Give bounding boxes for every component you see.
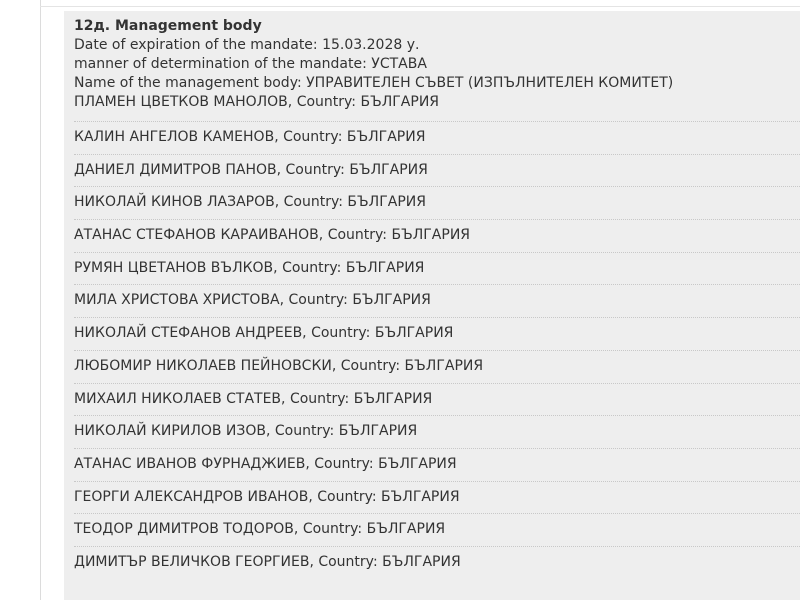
member-entry: АТАНАС ИВАНОВ ФУРНАДЖИЕВ, Country: БЪЛГА… xyxy=(74,455,457,472)
members-list: ПЛАМЕН ЦВЕТКОВ МАНОЛОВ, Country: БЪЛГАРИ… xyxy=(74,93,800,580)
member-entry: РУМЯН ЦВЕТАНОВ ВЪЛКОВ, Country: БЪЛГАРИЯ xyxy=(74,259,425,276)
member-name: НИКОЛАЙ КИРИЛОВ ИЗОВ xyxy=(74,423,266,440)
member-name: АТАНАС СТЕФАНОВ КАРАИВАНОВ xyxy=(74,227,319,244)
body-name-field: Name of the management body: УПРАВИТЕЛЕН… xyxy=(74,74,790,93)
expiration-label: Date of expiration of the mandate: xyxy=(74,37,318,53)
member-entry: НИКОЛАЙ КИРИЛОВ ИЗОВ, Country: БЪЛГАРИЯ xyxy=(74,423,418,440)
country-value: БЪЛГАРИЯ xyxy=(404,357,484,374)
country-label: Country: xyxy=(317,488,377,505)
member-entry: ПЛАМЕН ЦВЕТКОВ МАНОЛОВ, Country: БЪЛГАРИ… xyxy=(74,94,440,110)
member-entry: ТЕОДОР ДИМИТРОВ ТОДОРОВ, Country: БЪЛГАР… xyxy=(74,521,446,538)
member-entry: ГЕОРГИ АЛЕКСАНДРОВ ИВАНОВ, Country: БЪЛГ… xyxy=(74,488,460,505)
section-header: 12д. Management body Date of expiration … xyxy=(74,16,790,93)
list-item: НИКОЛАЙ КИНОВ ЛАЗАРОВ, Country: БЪЛГАРИЯ xyxy=(74,187,800,221)
country-label: Country: xyxy=(327,227,388,244)
member-entry: МИХАИЛ НИКОЛАЕВ СТАТЕВ, Country: БЪЛГАРИ… xyxy=(74,390,433,407)
member-entry: НИКОЛАЙ СТЕФАНОВ АНДРЕЕВ, Country: БЪЛГА… xyxy=(74,325,454,342)
member-entry: ДАНИЕЛ ДИМИТРОВ ПАНОВ, Country: БЪЛГАРИЯ xyxy=(74,161,428,178)
manner-label: manner of determination of the mandate: xyxy=(74,56,367,72)
country-label: Country: xyxy=(285,161,345,178)
list-item: АТАНАС СТЕФАНОВ КАРАИВАНОВ, Country: БЪЛ… xyxy=(74,220,800,253)
expiration-value: 15.03.2028 у. xyxy=(322,37,420,53)
country-label: Country: xyxy=(296,94,357,110)
country-value: БЪЛГАРИЯ xyxy=(391,227,471,244)
member-name: МИХАИЛ НИКОЛАЕВ СТАТЕВ xyxy=(74,390,282,407)
member-name: АТАНАС ИВАНОВ ФУРНАДЖИЕВ xyxy=(74,455,306,472)
list-item: ГЕОРГИ АЛЕКСАНДРОВ ИВАНОВ, Country: БЪЛГ… xyxy=(74,482,800,515)
country-label: Country: xyxy=(340,357,401,374)
member-name: ТЕОДОР ДИМИТРОВ ТОДОРОВ xyxy=(74,521,294,538)
country-value: БЪЛГАРИЯ xyxy=(374,325,454,342)
list-item: ДАНИЕЛ ДИМИТРОВ ПАНОВ, Country: БЪЛГАРИЯ xyxy=(74,155,800,188)
country-label: Country: xyxy=(314,455,374,472)
member-entry: ДИМИТЪР ВЕЛИЧКОВ ГЕОРГИЕВ, Country: БЪЛГ… xyxy=(74,553,461,570)
country-value: БЪЛГАРИЯ xyxy=(353,390,433,407)
manner-field: manner of determination of the mandate: … xyxy=(74,55,790,74)
member-name: МИЛА ХРИСТОВА ХРИСТОВА xyxy=(74,292,280,309)
country-value: БЪЛГАРИЯ xyxy=(349,161,428,178)
list-item: НИКОЛАЙ КИРИЛОВ ИЗОВ, Country: БЪЛГАРИЯ xyxy=(74,416,800,449)
country-value: БЪЛГАРИЯ xyxy=(338,423,418,440)
management-body-panel: 12д. Management body Date of expiration … xyxy=(64,11,800,600)
list-item: ПЛАМЕН ЦВЕТКОВ МАНОЛОВ, Country: БЪЛГАРИ… xyxy=(74,93,800,122)
member-entry: АТАНАС СТЕФАНОВ КАРАИВАНОВ, Country: БЪЛ… xyxy=(74,227,471,244)
country-label: Country: xyxy=(311,325,371,342)
country-value: БЪЛГАРИЯ xyxy=(381,488,460,505)
member-name: НИКОЛАЙ СТЕФАНОВ АНДРЕЕВ xyxy=(74,325,303,342)
body-name-value: УПРАВИТЕЛЕН СЪВЕТ (ИЗПЪЛНИТЕЛЕН КОМИТЕТ) xyxy=(306,75,674,91)
left-divider xyxy=(40,0,41,600)
list-item: ДИМИТЪР ВЕЛИЧКОВ ГЕОРГИЕВ, Country: БЪЛГ… xyxy=(74,547,800,580)
country-value: БЪЛГАРИЯ xyxy=(345,259,425,276)
list-item: КАЛИН АНГЕЛОВ КАМЕНОВ, Country: БЪЛГАРИЯ xyxy=(74,122,800,155)
country-label: Country: xyxy=(318,553,378,570)
top-divider xyxy=(40,6,800,7)
member-entry: МИЛА ХРИСТОВА ХРИСТОВА, Country: БЪЛГАРИ… xyxy=(74,292,431,309)
member-name: НИКОЛАЙ КИНОВ ЛАЗАРОВ xyxy=(74,194,275,211)
member-entry: ЛЮБОМИР НИКОЛАЕВ ПЕЙНОВСКИ, Country: БЪЛ… xyxy=(74,357,484,374)
member-name: ДИМИТЪР ВЕЛИЧКОВ ГЕОРГИЕВ xyxy=(74,553,310,570)
member-name: РУМЯН ЦВЕТАНОВ ВЪЛКОВ xyxy=(74,259,274,276)
list-item: НИКОЛАЙ СТЕФАНОВ АНДРЕЕВ, Country: БЪЛГА… xyxy=(74,318,800,351)
member-name: КАЛИН АНГЕЛОВ КАМЕНОВ xyxy=(74,129,275,145)
country-label: Country: xyxy=(302,521,363,538)
country-value: БЪЛГАРИЯ xyxy=(352,292,431,309)
country-label: Country: xyxy=(274,423,335,440)
list-item: ТЕОДОР ДИМИТРОВ ТОДОРОВ, Country: БЪЛГАР… xyxy=(74,514,800,547)
country-label: Country: xyxy=(282,259,342,276)
manner-value: УСТАВА xyxy=(371,56,427,72)
section-title: 12д. Management body xyxy=(74,18,262,34)
list-item: РУМЯН ЦВЕТАНОВ ВЪЛКОВ, Country: БЪЛГАРИЯ xyxy=(74,253,800,286)
member-name: ГЕОРГИ АЛЕКСАНДРОВ ИВАНОВ xyxy=(74,488,309,505)
country-value: БЪЛГАРИЯ xyxy=(378,455,457,472)
member-entry: НИКОЛАЙ КИНОВ ЛАЗАРОВ, Country: БЪЛГАРИЯ xyxy=(74,194,426,211)
list-item: АТАНАС ИВАНОВ ФУРНАДЖИЕВ, Country: БЪЛГА… xyxy=(74,449,800,482)
list-item: МИЛА ХРИСТОВА ХРИСТОВА, Country: БЪЛГАРИ… xyxy=(74,285,800,319)
country-label: Country: xyxy=(289,390,350,407)
country-label: Country: xyxy=(283,194,343,211)
member-name: ДАНИЕЛ ДИМИТРОВ ПАНОВ xyxy=(74,161,277,178)
body-name-label: Name of the management body: xyxy=(74,75,302,91)
list-item: МИХАИЛ НИКОЛАЕВ СТАТЕВ, Country: БЪЛГАРИ… xyxy=(74,384,800,417)
country-label: Country: xyxy=(288,292,348,309)
country-value: БЪЛГАРИЯ xyxy=(360,94,440,110)
country-label: Country: xyxy=(283,129,343,145)
page: 12д. Management body Date of expiration … xyxy=(0,0,800,600)
country-value: БЪЛГАРИЯ xyxy=(382,553,461,570)
member-name: ПЛАМЕН ЦВЕТКОВ МАНОЛОВ xyxy=(74,94,288,110)
member-entry: КАЛИН АНГЕЛОВ КАМЕНОВ, Country: БЪЛГАРИЯ xyxy=(74,129,426,145)
expiration-field: Date of expiration of the mandate: 15.03… xyxy=(74,36,790,55)
member-name: ЛЮБОМИР НИКОЛАЕВ ПЕЙНОВСКИ xyxy=(74,357,332,374)
country-value: БЪЛГАРИЯ xyxy=(346,129,426,145)
country-value: БЪЛГАРИЯ xyxy=(366,521,446,538)
country-value: БЪЛГАРИЯ xyxy=(347,194,426,211)
list-item: ЛЮБОМИР НИКОЛАЕВ ПЕЙНОВСКИ, Country: БЪЛ… xyxy=(74,351,800,384)
